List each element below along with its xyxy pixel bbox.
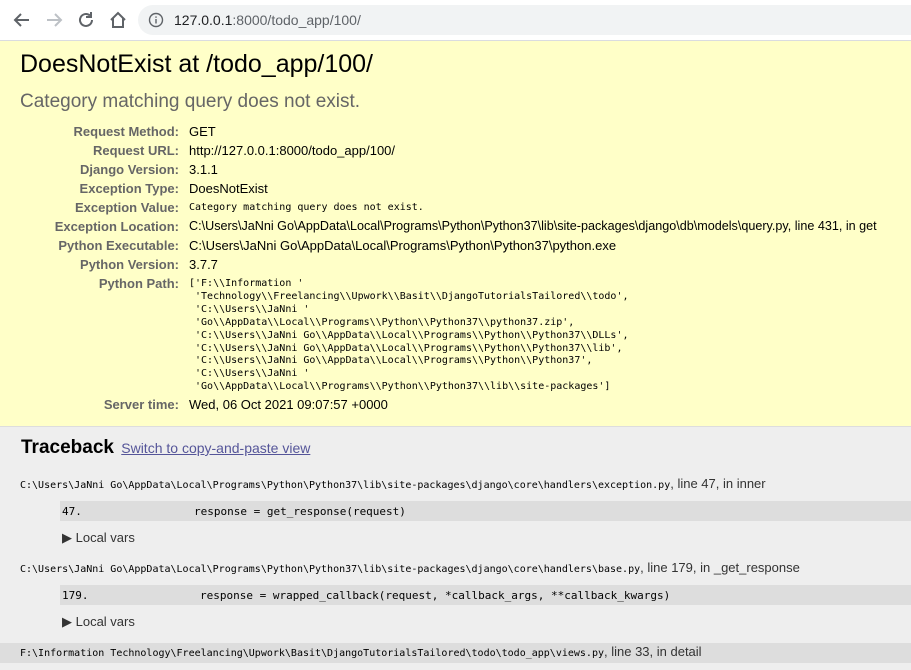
meta-label: Django Version: xyxy=(80,162,179,177)
meta-row-request-method: Request Method: GET xyxy=(0,124,911,143)
meta-label: Server time: xyxy=(103,397,179,412)
meta-label: Exception Value: xyxy=(74,200,179,215)
error-summary: DoesNotExist at /todo_app/100/ Category … xyxy=(0,41,911,427)
frame-context-line[interactable]: 47. response = get_response(request) xyxy=(60,501,911,521)
local-vars-toggle[interactable]: ▶ Local vars xyxy=(62,530,135,546)
frame-filename: F:\Information Technology\Freelancing\Up… xyxy=(20,648,604,659)
meta-row-exception-location: Exception Location: C:\Users\JaNni Go\Ap… xyxy=(0,219,911,238)
meta-label: Request URL: xyxy=(93,143,179,158)
meta-row-django-version: Django Version: 3.1.1 xyxy=(0,162,911,181)
meta-row-python-path: Python Path: ['F:\\Information ' 'Techno… xyxy=(0,276,911,396)
frame-location: , line 33, in detail xyxy=(604,644,702,659)
local-vars-toggle[interactable]: ▶ Local vars xyxy=(62,614,135,630)
meta-value: Category matching query does not exist. xyxy=(189,202,424,213)
source-code: response = get_response(request) xyxy=(194,505,406,518)
meta-value: Wed, 06 Oct 2021 09:07:57 +0000 xyxy=(189,397,388,412)
frame-filename: C:\Users\JaNni Go\AppData\Local\Programs… xyxy=(20,564,641,575)
forward-arrow-icon[interactable] xyxy=(43,9,65,31)
browser-toolbar: 127.0.0.1:8000/todo_app/100/ xyxy=(0,0,911,41)
frame-context-line[interactable]: 179. response = wrapped_callback(request… xyxy=(60,585,911,605)
meta-value: 3.7.7 xyxy=(189,257,218,272)
frame-file-3: F:\Information Technology\Freelancing\Up… xyxy=(20,644,702,659)
meta-value: http://127.0.0.1:8000/todo_app/100/ xyxy=(189,143,396,158)
meta-label: Python Executable: xyxy=(58,238,179,253)
meta-value: DoesNotExist xyxy=(189,181,268,196)
frame-location: , line 47, in inner xyxy=(670,476,766,491)
traceback-heading: Traceback Switch to copy-and-paste view xyxy=(21,437,310,459)
frame-file-2: C:\Users\JaNni Go\AppData\Local\Programs… xyxy=(20,560,800,575)
python-path-list: ['F:\\Information ' 'Technology\\Freelan… xyxy=(189,278,629,393)
url-host: 127.0.0.1 xyxy=(174,12,233,28)
exception-message: Category matching query does not exist. xyxy=(20,91,361,112)
frame-location: , line 179, in _get_response xyxy=(640,560,800,575)
home-icon[interactable] xyxy=(107,9,129,31)
traceback-title: Traceback xyxy=(21,437,114,458)
meta-label: Python Version: xyxy=(80,257,179,272)
info-icon[interactable] xyxy=(148,12,164,28)
meta-label: Exception Location: xyxy=(54,219,179,234)
meta-value: GET xyxy=(189,124,216,139)
meta-label: Exception Type: xyxy=(79,181,179,196)
meta-row-exception-value: Exception Value: Category matching query… xyxy=(0,200,911,219)
url-text[interactable]: 127.0.0.1:8000/todo_app/100/ xyxy=(174,12,361,28)
frame-filename: C:\Users\JaNni Go\AppData\Local\Programs… xyxy=(20,480,671,491)
meta-row-request-url: Request URL: http://127.0.0.1:8000/todo_… xyxy=(0,143,911,162)
meta-row-python-executable: Python Executable: C:\Users\JaNni Go\App… xyxy=(0,238,911,257)
meta-label: Request Method: xyxy=(73,124,179,139)
meta-value: C:\Users\JaNni Go\AppData\Local\Programs… xyxy=(189,238,617,253)
reload-icon[interactable] xyxy=(75,9,97,31)
meta-value: 3.1.1 xyxy=(189,162,218,177)
frame-file-1: C:\Users\JaNni Go\AppData\Local\Programs… xyxy=(20,476,766,491)
address-bar[interactable]: 127.0.0.1:8000/todo_app/100/ xyxy=(138,5,911,35)
meta-row-exception-type: Exception Type: DoesNotExist xyxy=(0,181,911,200)
meta-row-server-time: Server time: Wed, 06 Oct 2021 09:07:57 +… xyxy=(0,397,911,416)
page-title: DoesNotExist at /todo_app/100/ xyxy=(20,50,374,78)
meta-value: C:\Users\JaNni Go\AppData\Local\Programs… xyxy=(189,219,877,233)
source-code: response = wrapped_callback(request, *ca… xyxy=(200,589,671,602)
url-path: :8000/todo_app/100/ xyxy=(232,12,361,28)
line-number: 179. xyxy=(62,589,89,602)
meta-label: Python Path: xyxy=(98,276,179,291)
copy-paste-view-link[interactable]: Switch to copy-and-paste view xyxy=(121,440,310,456)
line-number: 47. xyxy=(62,505,82,518)
meta-row-python-version: Python Version: 3.7.7 xyxy=(0,257,911,276)
back-arrow-icon[interactable] xyxy=(11,9,33,31)
